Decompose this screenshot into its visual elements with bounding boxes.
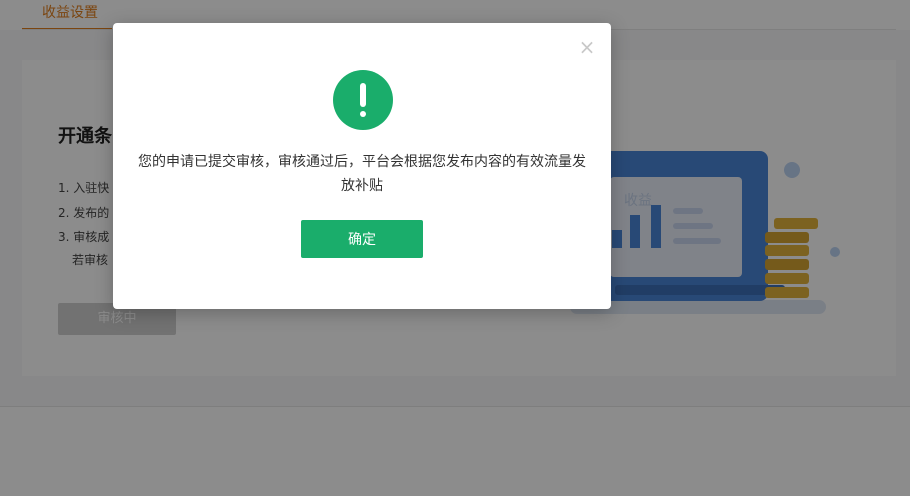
confirm-button[interactable]: 确定 (301, 220, 423, 258)
exclamation-bar (360, 83, 366, 107)
close-icon[interactable]: × (577, 37, 597, 57)
submission-dialog: × 您的申请已提交审核，审核通过后，平台会根据您发布内容的有效流量发放补贴 确定 (113, 23, 611, 309)
exclamation-icon (333, 70, 393, 130)
dialog-message: 您的申请已提交审核，审核通过后，平台会根据您发布内容的有效流量发放补贴 (138, 154, 586, 194)
exclamation-dot (360, 111, 366, 117)
